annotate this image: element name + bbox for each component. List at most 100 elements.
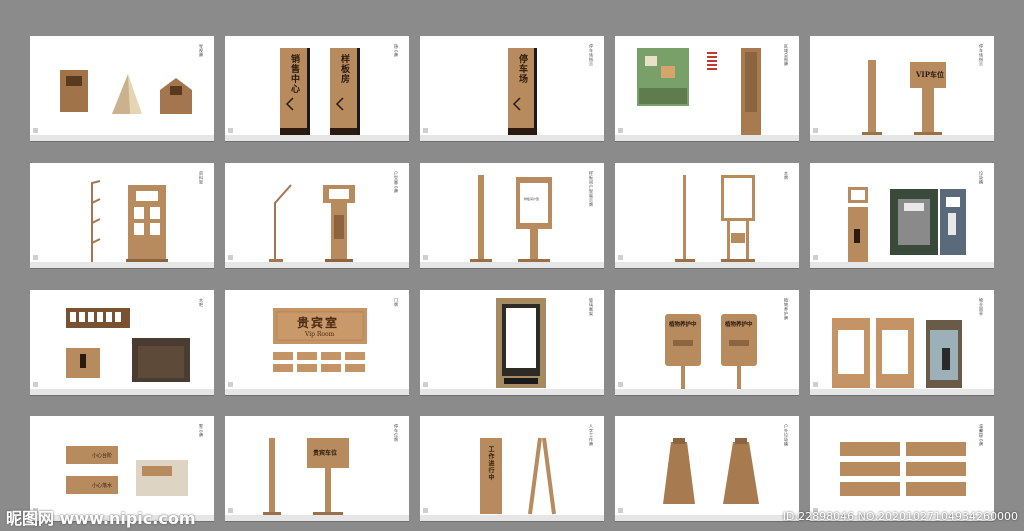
page-15-art	[832, 318, 962, 388]
page-corner	[618, 255, 623, 260]
page-corner	[813, 255, 818, 260]
page-footer	[225, 515, 409, 521]
page-13-art	[496, 298, 546, 388]
page-3[interactable]: 停车场 停车场指示	[420, 36, 604, 141]
image-id-text: ID:22898046 NO:20201027104934260000	[782, 510, 1018, 523]
page-11[interactable]: 水吧	[30, 290, 214, 395]
page-footer	[615, 262, 799, 268]
page-5-art	[862, 60, 946, 136]
page-footer	[810, 389, 994, 395]
warn-water: 小心落水	[92, 483, 113, 489]
page-footer	[615, 135, 799, 141]
page-1-art	[60, 70, 192, 114]
vip-room-en: Vip Room	[305, 331, 335, 338]
page-9[interactable]: 水牌	[615, 163, 799, 268]
page-6[interactable]: 资料架	[30, 163, 214, 268]
page-1-title: 导视牌	[199, 44, 204, 58]
page-2[interactable]: 销售中心 样板房 指示牌	[225, 36, 409, 141]
page-3-title: 停车场指示	[589, 44, 594, 67]
vip-parking-text: VIP车位	[916, 70, 944, 79]
plant-care-sign-1: 植物养护中	[669, 322, 697, 328]
page-corner	[228, 255, 233, 260]
page-10[interactable]: 垃圾桶	[810, 163, 994, 268]
page-9-title: 水牌	[784, 171, 789, 180]
page-footer	[225, 262, 409, 268]
page-4[interactable]: 区域总图牌	[615, 36, 799, 141]
page-7-title: 户型展示牌	[394, 171, 399, 194]
page-corner	[618, 382, 623, 387]
page-10-art	[848, 187, 966, 263]
page-13-title: 玻璃展架	[589, 298, 594, 316]
page-9-art	[675, 175, 755, 263]
page-20-title: 温馨提示牌	[979, 424, 984, 447]
page-corner	[33, 255, 38, 260]
page-footer	[420, 515, 604, 521]
page-footer	[30, 135, 214, 141]
page-19-art	[663, 438, 759, 504]
page-12-title: 门牌	[394, 298, 399, 307]
sign-model-houses: 样板房	[339, 54, 349, 84]
page-footer	[810, 135, 994, 141]
page-corner	[813, 128, 818, 133]
page-20[interactable]: 温馨提示牌	[810, 416, 994, 521]
work-in-progress: 工作进行中	[487, 446, 494, 481]
page-footer	[420, 262, 604, 268]
page-10-title: 垃圾桶	[979, 171, 984, 185]
vip-parking-sign: 贵宾车位	[313, 450, 338, 457]
page-corner	[813, 382, 818, 387]
page-18[interactable]: 工作进行中 人字工作牌	[420, 416, 604, 521]
page-12-art	[273, 308, 367, 372]
page-footer	[225, 135, 409, 141]
page-footer	[30, 262, 214, 268]
page-4-title: 区域总图牌	[784, 44, 789, 67]
vip-room-cn: 贵宾室	[297, 316, 340, 330]
page-2-title: 指示牌	[394, 44, 399, 58]
page-18-art	[480, 437, 556, 515]
page-7-art	[269, 184, 355, 263]
page-14-art	[665, 314, 757, 390]
page-13[interactable]: 玻璃展架	[420, 290, 604, 395]
page-corner	[33, 382, 38, 387]
page-19-title: 户外垃圾桶	[784, 424, 789, 447]
page-8-art	[470, 175, 552, 263]
page-1[interactable]: 导视牌	[30, 36, 214, 141]
page-11-title: 水吧	[199, 298, 204, 307]
page-16-title: 警示牌	[199, 424, 204, 438]
page-corner	[228, 382, 233, 387]
page-17-art	[263, 438, 349, 516]
page-3-art	[508, 48, 537, 136]
page-footer	[420, 389, 604, 395]
site-watermark: 昵图网 www.nipic.com	[6, 509, 196, 528]
sign-sales-centre: 销售中心	[289, 54, 299, 94]
page-8-title: 样板间户型展示牌	[589, 171, 594, 207]
page-6-title: 资料架	[199, 171, 204, 185]
page-17-title: 停车位牌	[394, 424, 399, 442]
page-corner	[618, 128, 623, 133]
page-corner	[423, 128, 428, 133]
page-footer	[420, 135, 604, 141]
page-footer	[810, 262, 994, 268]
floorplan-label: 样板间户型	[524, 197, 540, 201]
page-14[interactable]: 植物养护中 植物养护中 植物养护牌	[615, 290, 799, 395]
page-5[interactable]: VIP车位 停车场指示	[810, 36, 994, 141]
page-corner	[33, 128, 38, 133]
page-corner	[423, 382, 428, 387]
page-footer	[615, 515, 799, 521]
warn-steps: 小心台阶	[92, 453, 113, 459]
page-18-title: 人字工作牌	[589, 424, 594, 447]
sign-parking: 停车场	[517, 54, 527, 84]
page-15[interactable]: 物业岗亭	[810, 290, 994, 395]
page-7[interactable]: 户型展示牌	[225, 163, 409, 268]
page-5-title: 停车场指示	[979, 44, 984, 67]
page-12[interactable]: 贵宾室 Vip Room 门牌	[225, 290, 409, 395]
page-20-art	[840, 442, 966, 496]
page-4-art	[637, 48, 761, 136]
page-footer	[615, 389, 799, 395]
page-17[interactable]: 贵宾车位 停车位牌	[225, 416, 409, 521]
page-14-title: 植物养护牌	[784, 298, 789, 321]
page-11-art	[66, 308, 190, 382]
page-corner	[423, 508, 428, 513]
page-8[interactable]: 样板间户型 样板间户型展示牌	[420, 163, 604, 268]
page-19[interactable]: 户外垃圾桶	[615, 416, 799, 521]
page-2-art	[280, 48, 360, 136]
